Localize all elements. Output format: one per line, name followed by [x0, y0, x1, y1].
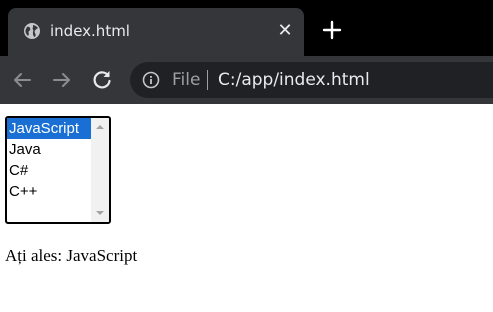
listbox-option-java[interactable]: Java	[7, 139, 91, 160]
selection-result: Ați ales: JavaScript	[5, 245, 137, 267]
language-listbox[interactable]: JavaScript Java C# C++	[5, 116, 111, 224]
address-bar[interactable]: File C:/app/index.html	[130, 62, 493, 98]
scroll-up-arrow-icon[interactable]	[91, 120, 109, 134]
scheme-divider	[207, 70, 208, 90]
listbox-options: JavaScript Java C# C++	[7, 118, 91, 202]
close-tab-icon[interactable]: ✕	[274, 20, 296, 42]
browser-toolbar: File C:/app/index.html	[0, 56, 493, 104]
url-text[interactable]: C:/app/index.html	[218, 70, 370, 90]
result-prefix: Ați ales:	[5, 246, 67, 265]
listbox-option-cpp[interactable]: C++	[7, 181, 91, 202]
listbox-option-javascript[interactable]: JavaScript	[7, 118, 91, 139]
page-content: JavaScript Java C# C++ Ați ales: JavaScr…	[0, 104, 493, 312]
scheme-label: File	[172, 70, 201, 90]
listbox-option-csharp[interactable]: C#	[7, 160, 91, 181]
tab-index-html[interactable]: index.html ✕	[8, 8, 304, 56]
info-icon[interactable]	[142, 71, 160, 89]
reload-icon[interactable]	[88, 66, 116, 94]
arrow-right-icon[interactable]	[48, 66, 76, 94]
plus-icon[interactable]	[320, 18, 344, 42]
scroll-down-arrow-icon[interactable]	[91, 206, 109, 220]
tab-strip: index.html ✕	[0, 0, 493, 56]
arrow-left-icon[interactable]	[8, 66, 36, 94]
globe-icon	[23, 22, 41, 40]
tab-title: index.html	[50, 22, 130, 40]
listbox-scrollbar[interactable]	[91, 118, 109, 222]
result-value: JavaScript	[66, 246, 138, 265]
